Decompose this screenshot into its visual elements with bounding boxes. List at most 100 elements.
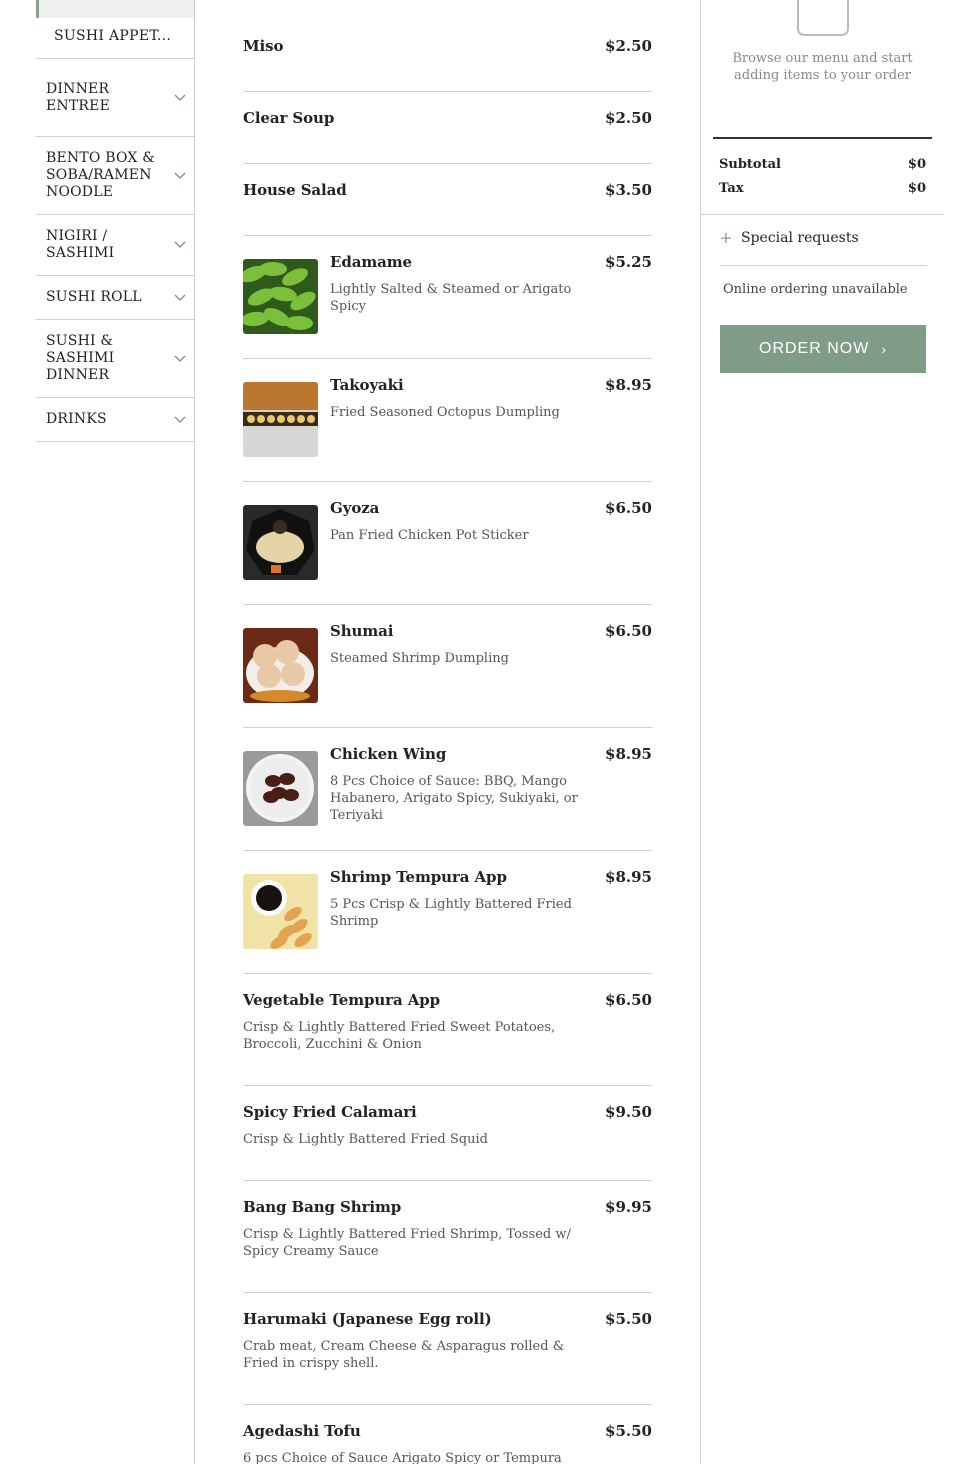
menu-item-price: $9.95 — [605, 1198, 652, 1216]
menu-item-text: Spicy Fried Calamari Crisp & Lightly Batt… — [243, 1103, 583, 1148]
special-requests-divider — [720, 265, 927, 266]
menu-item[interactable]: Agedashi Tofu 6 pcs Choice of Sauce Ariga… — [243, 1405, 652, 1464]
menu-item[interactable]: Miso $2.50 — [243, 0, 652, 92]
menu-item[interactable]: Gyoza Pan Fried Chicken Pot Sticker $6.50 — [243, 482, 652, 605]
menu-item-text: Agedashi Tofu 6 pcs Choice of Sauce Ariga… — [243, 1422, 583, 1464]
menu-item-price: $8.95 — [605, 868, 652, 886]
menu-item-name: Harumaki (Japanese Egg roll) — [243, 1310, 492, 1328]
menu-item-text: Edamame Lightly Salted & Steamed or Ariga… — [330, 253, 605, 315]
menu-item[interactable]: Shrimp Tempura App 5 Pcs Crisp & Lightly … — [243, 851, 652, 974]
ordering-status: Online ordering unavailable — [723, 282, 908, 297]
nav-subitem-sushi-appetizer[interactable]: SUSHI APPET... — [36, 18, 195, 58]
tax-label: Tax — [719, 181, 744, 196]
menu-item-price: $2.50 — [605, 37, 652, 55]
menu-item-name: Chicken Wing — [330, 745, 447, 763]
menu-item[interactable]: Harumaki (Japanese Egg roll) Crab meat, C… — [243, 1293, 652, 1405]
menu-item-text: Shrimp Tempura App 5 Pcs Crisp & Lightly … — [330, 868, 605, 930]
menu-item-description: Fried Seasoned Octopus Dumpling — [330, 405, 560, 420]
menu-item-price: $6.50 — [605, 622, 652, 640]
menu-item-name: Gyoza — [330, 499, 380, 517]
chevron-down-icon — [173, 169, 187, 183]
tax-row: Tax $0 — [719, 181, 926, 196]
menu-item[interactable]: Shumai Steamed Shrimp Dumpling $6.50 — [243, 605, 652, 728]
menu-item-description: Crab meat, Cream Cheese & Asparagus roll… — [243, 1339, 565, 1371]
menu-item-name: Vegetable Tempura App — [243, 991, 441, 1009]
shrimp-tempura-photo — [243, 874, 318, 949]
nav-item-label: NIGIRI / SASHIMI — [46, 228, 115, 261]
nav-item-drinks[interactable]: DRINKS — [36, 398, 195, 442]
menu-item[interactable]: Chicken Wing 8 Pcs Choice of Sauce: BBQ, … — [243, 728, 652, 851]
edamame-photo — [243, 259, 318, 334]
shopping-bag-icon — [797, 0, 849, 36]
menu-item-price: $8.95 — [605, 376, 652, 394]
menu-item-name: Shumai — [330, 622, 394, 640]
menu-item[interactable]: Bang Bang Shrimp Crisp & Lightly Battered… — [243, 1181, 652, 1293]
menu-item-text: Takoyaki Fried Seasoned Octopus Dumpling — [330, 376, 605, 421]
menu-item-description: Lightly Salted & Steamed or Arigato Spic… — [330, 282, 572, 314]
menu-item-description: 5 Pcs Crisp & Lightly Battered Fried Shr… — [330, 897, 572, 929]
menu-item-price: $8.95 — [605, 745, 652, 763]
menu-item-price: $2.50 — [605, 109, 652, 127]
shumai-photo — [243, 628, 318, 703]
menu-item-price: $6.50 — [605, 499, 652, 517]
nav-item-label: DINNER ENTREE — [46, 80, 110, 114]
chicken-wing-photo — [243, 751, 318, 826]
menu-item[interactable]: Edamame Lightly Salted & Steamed or Ariga… — [243, 236, 652, 359]
gyoza-photo — [243, 505, 318, 580]
menu-item-name: Agedashi Tofu — [243, 1422, 361, 1440]
order-now-label: ORDER NOW — [759, 340, 870, 357]
menu-item-text: Bang Bang Shrimp Crisp & Lightly Battered… — [243, 1198, 583, 1260]
nav-active-indicator — [36, 0, 195, 18]
menu-item-description: Steamed Shrimp Dumpling — [330, 651, 509, 666]
menu-list: Miso $2.50 Clear Soup $2.50 House Salad $3.50… — [243, 0, 652, 1464]
order-now-button[interactable]: ORDER NOW › — [720, 325, 926, 373]
menu-item-text: Harumaki (Japanese Egg roll) Crab meat, C… — [243, 1310, 583, 1372]
nav-item-label: DRINKS — [46, 411, 107, 427]
special-requests-toggle[interactable]: + Special requests — [719, 228, 859, 247]
menu-item-text: Miso — [243, 37, 583, 55]
chevron-down-icon — [173, 291, 187, 305]
menu-item-price: $9.50 — [605, 1103, 652, 1121]
takoyaki-photo — [243, 382, 318, 457]
menu-item-description: Pan Fried Chicken Pot Sticker — [330, 528, 529, 543]
menu-item-name: House Salad — [243, 181, 347, 199]
menu-item-description: Crisp & Lightly Battered Fried Squid — [243, 1132, 488, 1147]
nav-item-bento-box-soba-ramen-noodle[interactable]: BENTO BOX & SOBA/RAMEN NOODLE — [36, 137, 195, 215]
nav-item-dinner-entree[interactable]: DINNER ENTREE — [36, 59, 195, 137]
right-divider — [700, 0, 701, 1464]
special-requests-label: Special requests — [741, 229, 859, 246]
subtotal-value: $0 — [907, 157, 926, 172]
menu-item-text: Chicken Wing 8 Pcs Choice of Sauce: BBQ, … — [330, 745, 605, 824]
menu-item[interactable]: House Salad $3.50 — [243, 164, 652, 236]
chevron-down-icon — [173, 352, 187, 366]
nav-item-nigiri-sashimi[interactable]: NIGIRI / SASHIMI — [36, 215, 195, 276]
menu-item-description: Crisp & Lightly Battered Fried Sweet Pot… — [243, 1020, 556, 1052]
cart-divider — [701, 214, 944, 215]
chevron-right-icon: › — [881, 341, 887, 357]
menu-item-text: Vegetable Tempura App Crisp & Lightly Bat… — [243, 991, 583, 1053]
menu-item[interactable]: Spicy Fried Calamari Crisp & Lightly Batt… — [243, 1086, 652, 1181]
menu-item-description: 8 Pcs Choice of Sauce: BBQ, Mango Habane… — [330, 774, 578, 823]
menu-item-name: Spicy Fried Calamari — [243, 1103, 417, 1121]
subtotal-label: Subtotal — [719, 157, 781, 172]
menu-item-text: Shumai Steamed Shrimp Dumpling — [330, 622, 605, 667]
empty-cart-message: Browse our menu and start adding items t… — [732, 51, 913, 83]
menu-item[interactable]: Clear Soup $2.50 — [243, 92, 652, 164]
chevron-down-icon — [173, 413, 187, 427]
nav-item-label: SUSHI ROLL — [46, 289, 142, 305]
chevron-down-icon — [173, 238, 187, 252]
menu-item-price: $5.25 — [605, 253, 652, 271]
nav-item-sushi-sashimi-dinner[interactable]: SUSHI & SASHIMI DINNER — [36, 320, 195, 398]
menu-item-price: $5.50 — [605, 1422, 652, 1440]
menu-item[interactable]: Takoyaki Fried Seasoned Octopus Dumpling $… — [243, 359, 652, 482]
menu-item-name: Shrimp Tempura App — [330, 868, 507, 886]
menu-item-price: $3.50 — [605, 181, 652, 199]
menu-item[interactable]: Vegetable Tempura App Crisp & Lightly Bat… — [243, 974, 652, 1086]
menu-item-text: Gyoza Pan Fried Chicken Pot Sticker — [330, 499, 605, 544]
plus-icon: + — [719, 228, 733, 247]
nav-item-sushi-roll[interactable]: SUSHI ROLL — [36, 276, 195, 320]
menu-item-name: Edamame — [330, 253, 412, 271]
cart-separator — [713, 137, 932, 139]
menu-item-description: Crisp & Lightly Battered Fried Shrimp, T… — [243, 1227, 571, 1259]
left-divider — [194, 0, 195, 1464]
